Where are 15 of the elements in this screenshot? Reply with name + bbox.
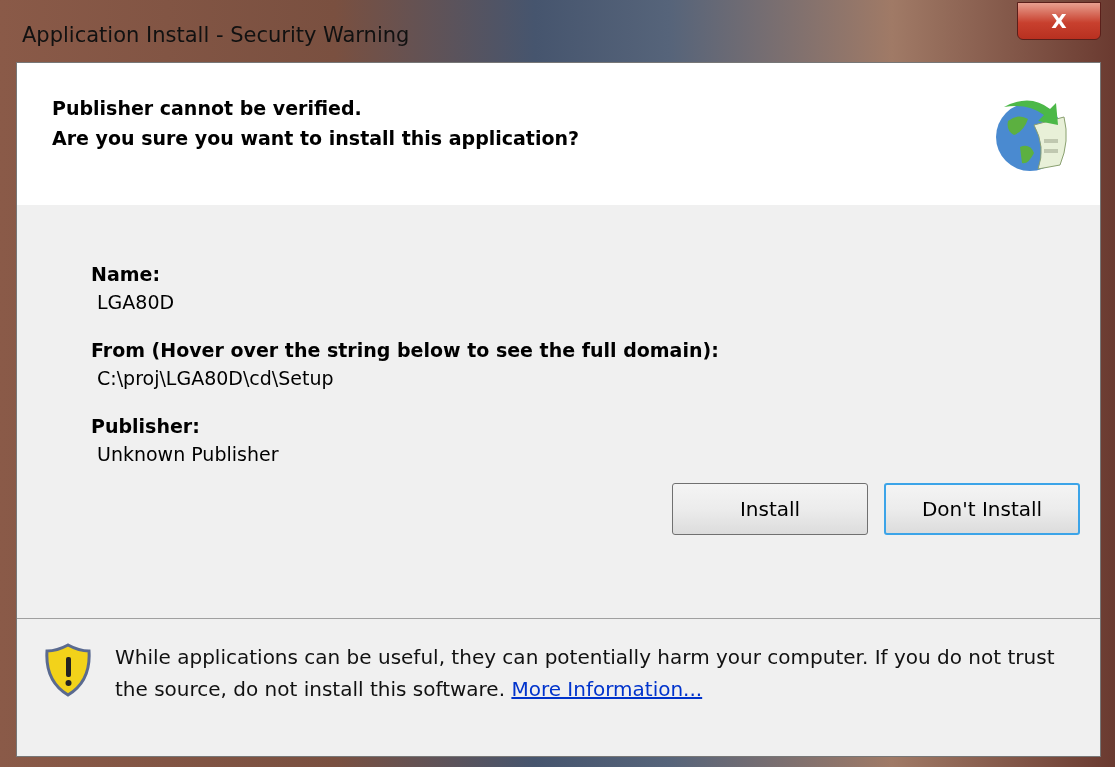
header-text: Are you sure you want to install this application? xyxy=(52,127,580,149)
field-value: LGA80D xyxy=(97,291,176,313)
more-information-link[interactable]: More Information... xyxy=(511,677,703,701)
field-value: C:\proj\LGA80D\cd\Setup xyxy=(97,367,335,389)
window-title: Application Install - Security Warning xyxy=(22,23,410,47)
field-label: Publisher: xyxy=(91,415,201,437)
cancel-button[interactable]: Don't Install xyxy=(884,483,1080,535)
header-text: Publisher cannot be verified. xyxy=(52,97,363,119)
field-label: From (Hover over the string below to see the full domain): xyxy=(91,339,720,361)
install-button[interactable]: Install xyxy=(672,483,868,535)
field-label: Name: xyxy=(91,263,161,285)
field-value: Unknown Publisher xyxy=(97,443,280,465)
warning-shield-icon xyxy=(45,643,91,697)
warning-text: While applications can be useful, they can potentially harm your computer. If you do not trust the source, do not install this software. More Information... xyxy=(115,644,1056,703)
close-button[interactable]: X xyxy=(1017,2,1101,40)
